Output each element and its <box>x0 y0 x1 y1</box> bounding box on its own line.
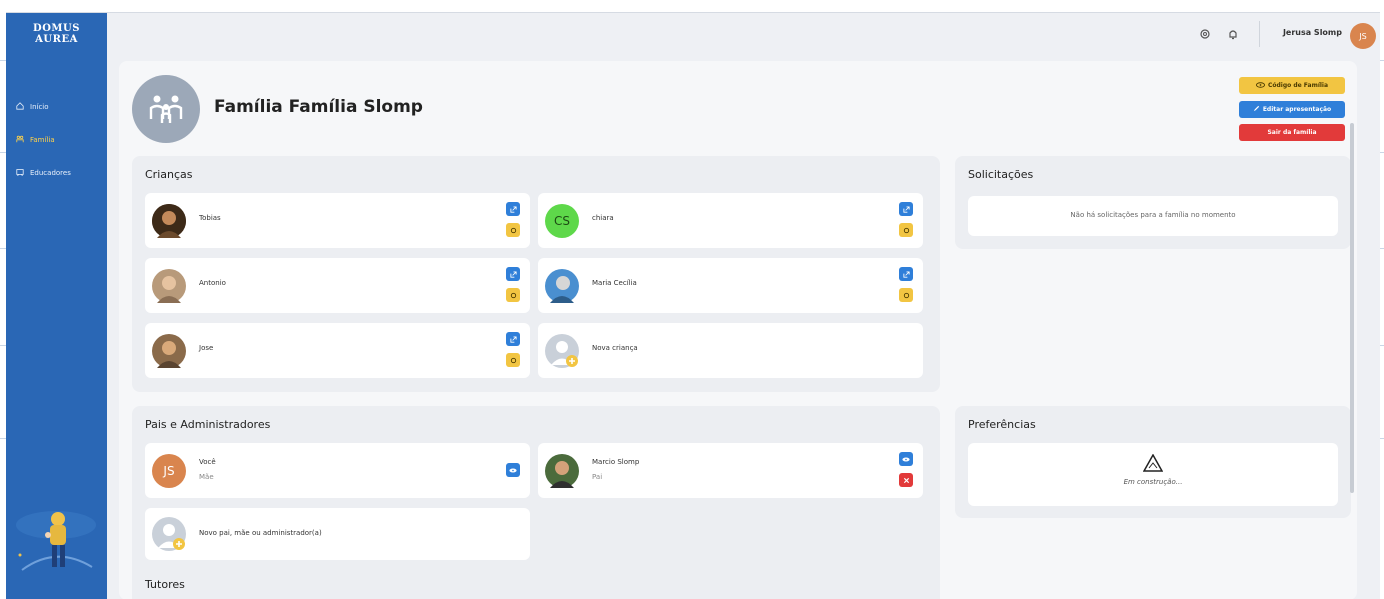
open-link-icon[interactable] <box>506 332 520 346</box>
main-panel: Família Família Slomp Código de Família … <box>119 61 1357 599</box>
parent-name: Marcio Slomp <box>592 458 640 466</box>
family-avatar <box>132 75 200 143</box>
child-card[interactable]: CS chiara <box>538 193 923 248</box>
page-title: Família Família Slomp <box>214 97 423 117</box>
avatar <box>152 334 186 368</box>
child-name: Tobias <box>199 214 221 222</box>
preferences-section: Preferências Em construção... <box>955 406 1351 518</box>
sidebar-item-familia[interactable]: Família <box>16 134 71 146</box>
section-title-requests: Solicitações <box>968 168 1034 181</box>
new-parent-label: Novo pai, mãe ou administrador(a) <box>199 529 322 537</box>
add-child-card[interactable]: Nova criança <box>538 323 923 378</box>
child-card[interactable]: Maria Cecília <box>538 258 923 313</box>
open-link-icon[interactable] <box>506 202 520 216</box>
parents-section: Pais e Administradores JS Você Mãe Marci… <box>132 406 940 599</box>
preferences-empty-state: Em construção... <box>968 443 1338 506</box>
bell-icon[interactable] <box>1226 26 1240 40</box>
child-name: Jose <box>199 344 214 352</box>
avatar <box>152 269 186 303</box>
child-name: chiara <box>592 214 614 222</box>
sidebar-nav: Início Família Educadores <box>16 101 71 200</box>
open-link-icon[interactable] <box>506 267 520 281</box>
add-person-icon <box>545 334 579 368</box>
sidebar-item-educadores[interactable]: Educadores <box>16 167 71 179</box>
edit-presentation-button[interactable]: Editar apresentação <box>1239 101 1345 118</box>
section-title-children: Crianças <box>145 168 193 181</box>
avatar: JS <box>152 454 186 488</box>
open-link-icon[interactable] <box>899 267 913 281</box>
settings-icon[interactable] <box>899 223 913 237</box>
child-card[interactable]: Tobias <box>145 193 530 248</box>
eye-icon <box>1255 81 1265 90</box>
add-parent-card[interactable]: Novo pai, mãe ou administrador(a) <box>145 508 530 560</box>
child-name: Maria Cecília <box>592 279 637 287</box>
settings-icon[interactable] <box>506 353 520 367</box>
mascot-illustration <box>12 505 100 575</box>
avatar: CS <box>545 204 579 238</box>
section-title-preferences: Preferências <box>968 418 1036 431</box>
open-link-icon[interactable] <box>899 202 913 216</box>
children-section: Crianças Tobias CS chiara Antonio Maria … <box>132 156 940 392</box>
child-name: Antonio <box>199 279 226 287</box>
child-card[interactable]: Jose <box>145 323 530 378</box>
parent-card[interactable]: Marcio Slomp Pai <box>538 443 923 498</box>
user-name[interactable]: Jerusa Slomp <box>1283 28 1342 37</box>
topbar-divider <box>1259 21 1260 47</box>
section-title-tutors: Tutores <box>145 578 185 591</box>
settings-icon[interactable] <box>899 288 913 302</box>
settings-icon[interactable] <box>506 223 520 237</box>
avatar <box>152 204 186 238</box>
family-icon <box>149 95 183 123</box>
parent-role: Pai <box>592 473 603 481</box>
requests-empty-state: Não há solicitações para a família no mo… <box>968 196 1338 236</box>
brand-logo[interactable]: DOMUS AUREA <box>6 23 107 45</box>
child-card[interactable]: Antonio <box>145 258 530 313</box>
user-avatar[interactable]: JS <box>1350 23 1376 49</box>
avatar <box>545 269 579 303</box>
family-code-button[interactable]: Código de Família <box>1239 77 1345 94</box>
gear-icon[interactable] <box>1198 26 1212 40</box>
leave-family-button[interactable]: Sair da família <box>1239 124 1345 141</box>
pencil-icon <box>1253 105 1260 114</box>
close-icon[interactable] <box>899 473 913 487</box>
eye-icon[interactable] <box>899 452 913 466</box>
settings-icon[interactable] <box>506 288 520 302</box>
new-child-label: Nova criança <box>592 344 638 352</box>
section-title-parents: Pais e Administradores <box>145 418 271 431</box>
parent-card[interactable]: JS Você Mãe <box>145 443 530 498</box>
parent-name: Você <box>199 458 216 466</box>
under-construction-icon <box>968 453 1338 476</box>
add-person-icon <box>152 517 186 551</box>
avatar <box>545 454 579 488</box>
parent-role: Mãe <box>199 473 214 481</box>
requests-section: Solicitações Não há solicitações para a … <box>955 156 1351 249</box>
sidebar-item-inicio[interactable]: Início <box>16 101 71 113</box>
eye-icon[interactable] <box>506 463 520 477</box>
app-window: DOMUS AUREA Início Família Educadores Je… <box>6 12 1380 599</box>
sidebar: DOMUS AUREA Início Família Educadores <box>6 13 107 599</box>
home-icon <box>16 102 24 112</box>
educators-icon <box>16 168 24 178</box>
scrollbar[interactable] <box>1350 123 1354 493</box>
family-icon <box>16 135 24 145</box>
topbar: Jerusa Slomp JS <box>107 13 1380 58</box>
